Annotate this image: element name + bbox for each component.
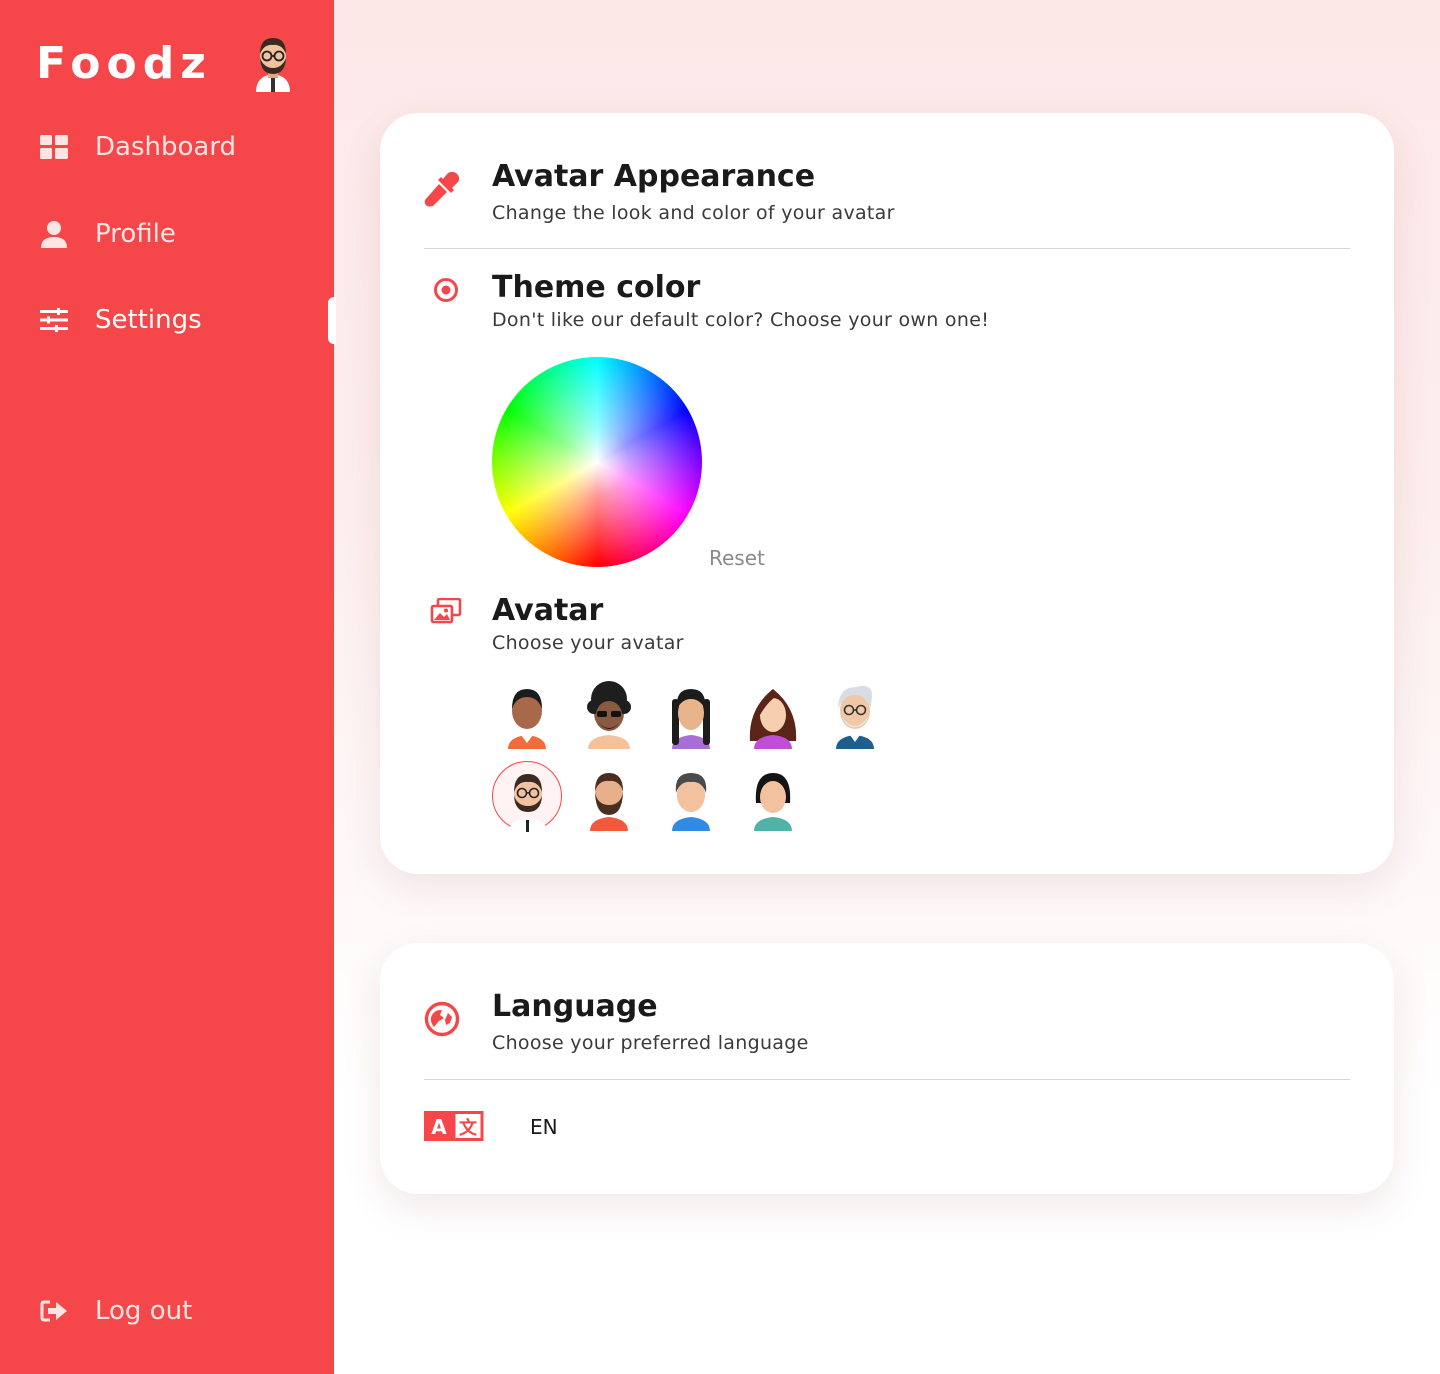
svg-text:A: A [431,1115,447,1139]
avatar-option-1[interactable] [492,679,562,749]
avatar-option-8[interactable] [656,761,726,831]
avatar-option-9[interactable] [738,761,808,831]
theme-color-title: Theme color [492,270,701,305]
avatar-option-2[interactable] [574,679,644,749]
language-subtitle: Choose your preferred language [492,1032,809,1054]
logout-button[interactable]: Log out [0,1283,334,1339]
color-wheel[interactable] [492,357,702,567]
language-divider [424,1079,1350,1080]
avatar-title: Avatar [492,593,604,628]
globe-icon [424,1001,460,1037]
nav-settings-label: Settings [95,305,202,335]
logout-label: Log out [95,1296,193,1326]
avatar-option-6[interactable] [492,761,562,832]
sliders-icon [40,306,68,334]
appearance-subtitle: Change the look and color of your avatar [492,202,895,224]
language-card: Language Choose your preferred language … [380,943,1394,1194]
target-icon [433,277,459,303]
images-icon [430,598,462,624]
avatar-option-4[interactable] [738,679,808,749]
appearance-title: Avatar Appearance [492,159,816,194]
language-selector[interactable]: EN [530,1115,558,1139]
dashboard-grid-icon [40,133,68,161]
avatar-subtitle: Choose your avatar [492,632,684,654]
user-icon [40,220,68,248]
user-avatar[interactable] [252,34,294,92]
nav-settings[interactable]: Settings [0,292,334,348]
color-picker-icon [424,171,460,207]
appearance-divider [424,248,1350,249]
avatar-option-7[interactable] [574,761,644,831]
translate-icon: A 文 [424,1111,484,1141]
active-nav-indicator [328,297,336,344]
avatar-option-5[interactable] [820,679,890,749]
nav-profile-label: Profile [95,219,176,249]
avatar-appearance-card: Avatar Appearance Change the look and co… [380,113,1394,874]
nav-dashboard[interactable]: Dashboard [0,119,334,175]
nav-profile[interactable]: Profile [0,206,334,262]
nav-dashboard-label: Dashboard [95,132,237,162]
avatar-option-3[interactable] [656,679,726,749]
logout-icon [40,1297,68,1325]
theme-color-subtitle: Don't like our default color? Choose you… [492,309,990,331]
brand-logo[interactable]: Foodz [36,38,212,89]
sidebar: Foodz Dashboard Profile Settings Log out [0,0,336,1374]
svg-text:文: 文 [459,1117,478,1139]
reset-color-button[interactable]: Reset [709,546,765,570]
language-title: Language [492,989,658,1024]
